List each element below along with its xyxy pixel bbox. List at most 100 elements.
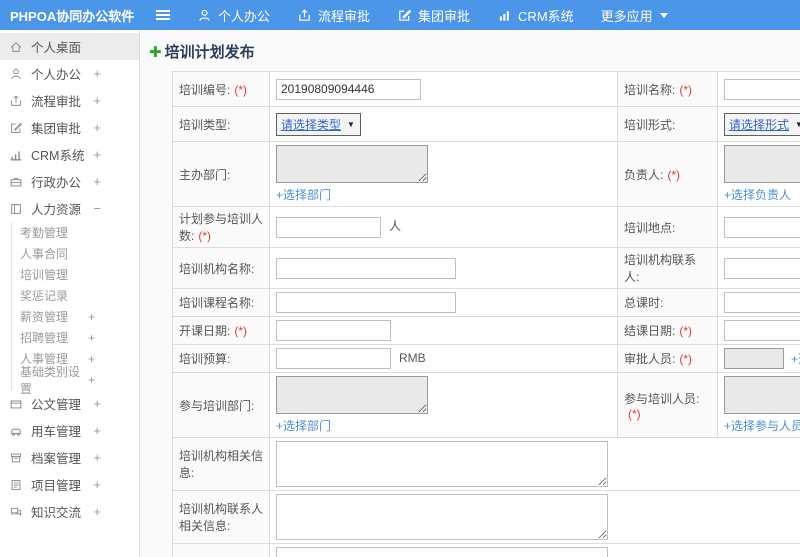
field-label: 计划参与培训人数:: [179, 212, 264, 243]
sidebar-item-crm[interactable]: CRM系统 +: [0, 141, 139, 168]
sidebar-item-knowledge[interactable]: 知识交流 +: [0, 498, 139, 525]
form-row: 培训机构相关信息:: [172, 437, 800, 491]
approver-input[interactable]: [724, 348, 784, 369]
end-date-input[interactable]: [724, 320, 800, 341]
sidebar-sub-hr-contract[interactable]: 人事合同: [12, 243, 139, 264]
training-type-select[interactable]: 请选择类型 ▼: [276, 112, 361, 136]
nav-group-approval[interactable]: 集团审批: [397, 6, 470, 25]
home-icon: [9, 40, 23, 54]
required-mark: (*): [667, 167, 681, 182]
sidebar-sub-attendance[interactable]: 考勤管理: [12, 222, 139, 243]
sidebar-item-label: 知识交流: [31, 506, 82, 520]
car-icon: [9, 424, 23, 438]
archive-icon: [9, 451, 23, 465]
required-mark: (*): [679, 352, 693, 366]
collapse-icon[interactable]: −: [93, 201, 101, 216]
select-dept-link[interactable]: +选择部门: [276, 417, 331, 434]
training-number-input[interactable]: [276, 78, 421, 100]
required-mark: (*): [679, 324, 693, 338]
edit-icon: [9, 121, 23, 135]
nav-workflow-approval[interactable]: 流程审批: [297, 6, 370, 25]
unit-suffix: 人: [389, 219, 402, 234]
participating-dept-textarea[interactable]: [276, 376, 428, 414]
training-name-input[interactable]: [724, 78, 800, 100]
leader-textarea[interactable]: [724, 145, 800, 183]
budget-input[interactable]: [276, 348, 391, 369]
sidebar-item-personal-desktop[interactable]: 个人桌面: [0, 33, 139, 60]
nav-more-apps[interactable]: 更多应用: [601, 6, 668, 25]
select-leader-link[interactable]: +选择负责人: [724, 186, 791, 203]
select-approver-link[interactable]: +选择审批人员: [791, 350, 800, 367]
sidebar-item-project[interactable]: 项目管理 +: [0, 471, 139, 498]
sidebar-item-group-approval[interactable]: 集团审批 +: [0, 114, 139, 141]
training-form-select[interactable]: 请选择形式 ▼: [724, 112, 800, 136]
required-mark: (*): [679, 82, 693, 97]
expand-icon[interactable]: +: [93, 450, 101, 465]
expand-icon[interactable]: +: [93, 147, 101, 162]
org-contact-input[interactable]: [724, 257, 800, 279]
sidebar-item-hr[interactable]: 人力资源 −: [0, 195, 139, 222]
expand-icon[interactable]: +: [93, 423, 101, 438]
sidebar-item-workflow-approval[interactable]: 流程审批 +: [0, 87, 139, 114]
expand-icon[interactable]: +: [93, 477, 101, 492]
chart-icon: [9, 148, 23, 162]
org-contact-info-textarea[interactable]: [276, 494, 608, 540]
expand-icon[interactable]: +: [93, 174, 101, 189]
training-requirements-textarea[interactable]: [276, 547, 608, 557]
form-row: 开课日期: (*) 结课日期: (*): [172, 316, 800, 345]
field-label: 培训预算:: [179, 352, 231, 366]
total-hours-input[interactable]: [724, 292, 800, 313]
nav-crm[interactable]: CRM系统: [497, 6, 574, 25]
expand-icon[interactable]: +: [93, 93, 101, 108]
expand-icon[interactable]: +: [93, 396, 101, 411]
location-input[interactable]: [724, 216, 800, 238]
participants-textarea[interactable]: [724, 376, 800, 414]
sidebar-sub-training[interactable]: 培训管理: [12, 264, 139, 285]
select-participants-link[interactable]: +选择参与人员: [724, 417, 800, 434]
menu-toggle-icon[interactable]: [156, 10, 170, 20]
sidebar: 个人桌面 个人办公 + 流程审批 + 集团审批 + CRM系统 + 行政办公 +: [0, 30, 140, 557]
flow-icon: [297, 8, 312, 23]
sidebar-sub-salary[interactable]: 薪资管理 +: [12, 306, 139, 327]
org-name-input[interactable]: [276, 257, 456, 279]
sidebar-item-label: 集团审批: [31, 122, 82, 136]
sidebar-item-vehicle[interactable]: 用车管理 +: [0, 417, 139, 444]
start-date-input[interactable]: [276, 320, 391, 341]
edit-icon: [397, 8, 412, 23]
field-label: 培训课程名称:: [179, 296, 255, 310]
sidebar-sub-recruitment[interactable]: 招聘管理 +: [12, 327, 139, 348]
expand-icon[interactable]: +: [88, 373, 95, 387]
form-row: 培训编号:(*) 培训名称:(*): [172, 71, 800, 107]
required-mark: (*): [628, 406, 641, 421]
field-label: 审批人员:: [624, 352, 676, 366]
sidebar-sub-rewards[interactable]: 奖惩记录: [12, 285, 139, 306]
org-info-textarea[interactable]: [276, 441, 608, 487]
folder-icon: [9, 397, 23, 411]
sidebar-item-personal-office[interactable]: 个人办公 +: [0, 60, 139, 87]
participant-count-input[interactable]: [276, 216, 381, 238]
expand-icon[interactable]: +: [93, 120, 101, 135]
sidebar-item-archive[interactable]: 档案管理 +: [0, 444, 139, 471]
select-dept-link[interactable]: +选择部门: [276, 186, 331, 203]
host-dept-textarea[interactable]: [276, 145, 428, 183]
user-icon: [197, 8, 212, 23]
sidebar-item-label: 个人办公: [31, 68, 82, 82]
sidebar-sub-label: 招聘管理: [20, 331, 69, 345]
sidebar-item-admin-office[interactable]: 行政办公 +: [0, 168, 139, 195]
sidebar-sub-label: 人事合同: [20, 247, 69, 261]
course-name-input[interactable]: [276, 292, 456, 313]
sidebar-sub-base-category[interactable]: 基础类别设置 +: [12, 365, 139, 396]
nav-label: 集团审批: [418, 8, 471, 24]
form-row: 培训机构名称: 培训机构联系人:: [172, 247, 800, 289]
nav-label: 流程审批: [318, 8, 371, 24]
form-row: 培训机构联系人相关信息:: [172, 490, 800, 544]
expand-icon[interactable]: +: [88, 352, 95, 366]
hr-submenu: 考勤管理 人事合同 培训管理 奖惩记录 薪资管理 + 招聘管理 + 人事管理 +…: [11, 222, 139, 396]
expand-icon[interactable]: +: [88, 331, 95, 345]
expand-icon[interactable]: +: [93, 504, 101, 519]
expand-icon[interactable]: +: [93, 66, 101, 81]
expand-icon[interactable]: +: [88, 310, 95, 324]
form-row: 参与培训部门: +选择部门 参与培训人员:(*) +选择参与人员: [172, 372, 800, 438]
topbar: PHPOA协同办公软件 个人办公 流程审批 集团审批 CRM系统 更多应用: [0, 0, 800, 30]
nav-personal-office[interactable]: 个人办公: [197, 6, 270, 25]
